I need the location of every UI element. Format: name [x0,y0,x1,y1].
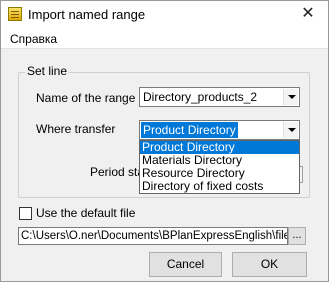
menu-help[interactable]: Справка [10,32,57,46]
browse-button[interactable]: ... [288,227,306,245]
range-name-value: Directory_products_2 [143,90,258,104]
title-bar: Import named range ✕ [1,1,328,29]
ok-button[interactable]: OK [232,252,307,277]
close-button[interactable]: ✕ [288,1,328,29]
use-default-file-checkbox[interactable] [19,207,32,220]
range-name-combo[interactable]: Directory_products_2 [139,87,300,107]
app-icon [8,7,22,21]
where-transfer-label: Where transfer [36,122,116,136]
cancel-button[interactable]: Cancel [149,252,222,277]
import-named-range-dialog: Import named range ✕ Справка Set line Na… [0,0,329,282]
period-start-label: Period sta [90,165,145,179]
menu-bar: Справка [1,29,328,49]
dropdown-option[interactable]: Directory of fixed costs [140,180,299,193]
range-name-label: Name of the range [36,91,136,105]
where-transfer-value: Product Directory [141,122,238,138]
chevron-down-icon[interactable] [283,89,298,105]
file-path-field[interactable]: C:\Users\O.ner\Documents\BPlanExpressEng… [18,227,288,245]
where-transfer-dropdown[interactable]: Product Directory Materials Directory Re… [139,140,300,194]
where-transfer-combo[interactable]: Product Directory [139,120,300,140]
set-line-group-title: Set line [25,64,70,78]
chevron-down-icon[interactable] [283,122,298,138]
window-title: Import named range [28,7,146,22]
use-default-file-label: Use the default file [36,206,136,220]
